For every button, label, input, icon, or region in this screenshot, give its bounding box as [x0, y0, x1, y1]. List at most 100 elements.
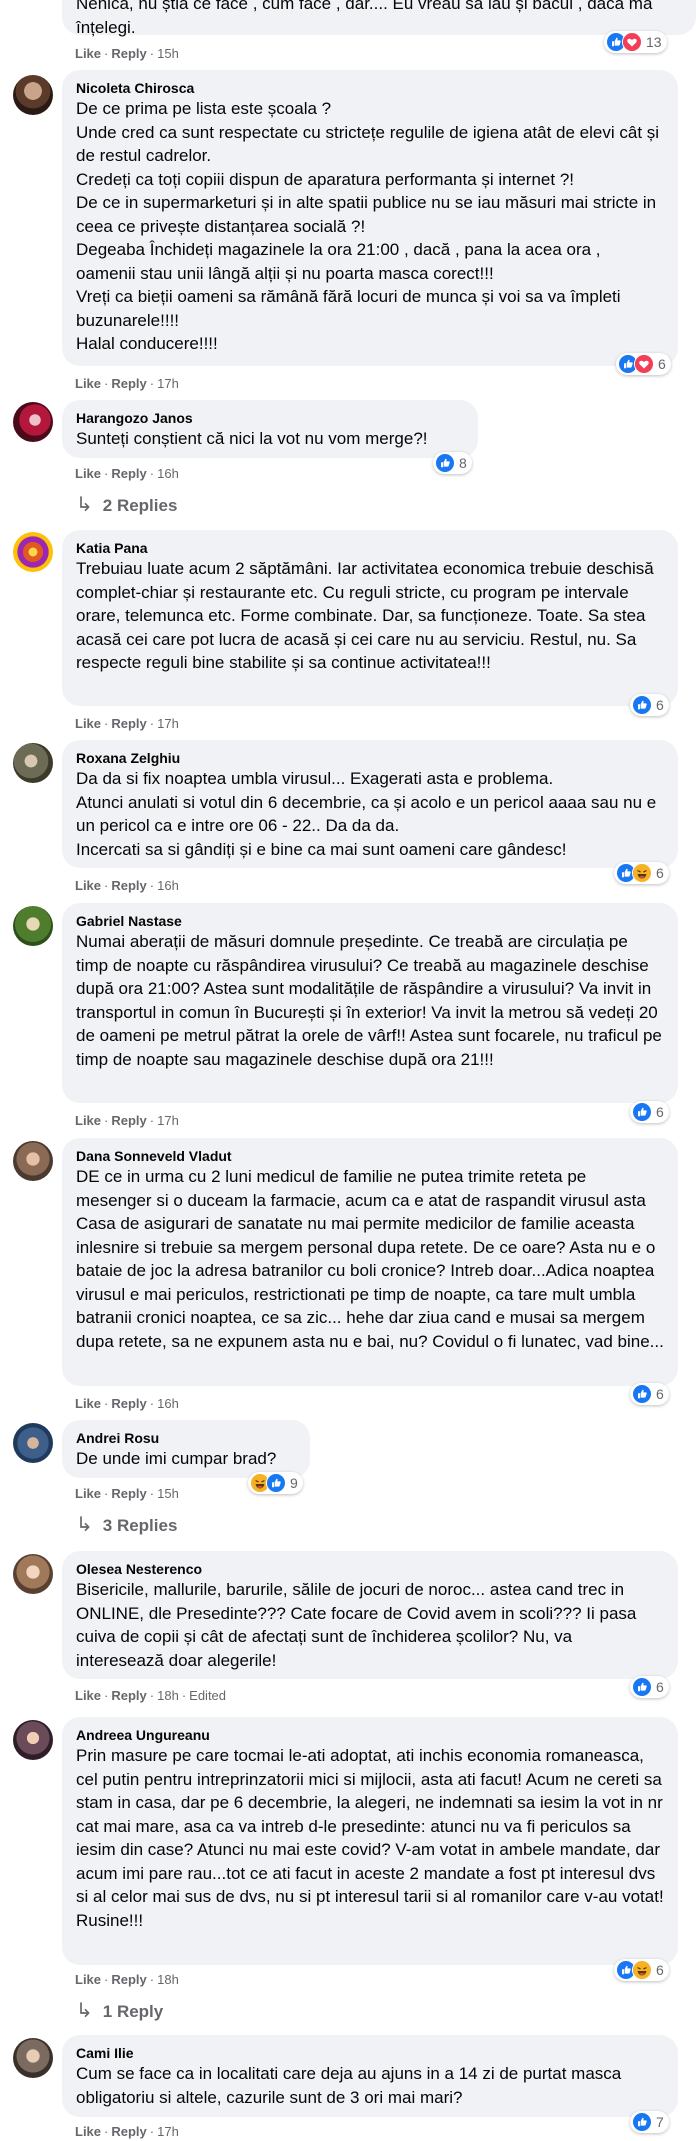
avatar[interactable] — [13, 906, 53, 946]
timestamp[interactable]: 16h — [157, 1396, 179, 1411]
timestamp[interactable]: 15h — [157, 46, 179, 61]
reaction-count: 6 — [656, 697, 664, 713]
reply-link[interactable]: Reply — [111, 1688, 146, 1703]
avatar[interactable] — [13, 2038, 53, 2078]
reaction-summary[interactable]: 13 — [604, 31, 667, 53]
reply-link[interactable]: Reply — [111, 46, 146, 61]
reaction-summary[interactable]: 6 — [616, 353, 671, 375]
reaction-count: 6 — [656, 1679, 664, 1695]
comment-bubble: Harangozo Janos Sunteți conștient că nic… — [62, 400, 478, 458]
reaction-summary[interactable]: 6 — [630, 1101, 669, 1123]
reaction-summary[interactable]: 9 — [248, 1472, 303, 1494]
like-icon — [632, 1677, 652, 1697]
avatar[interactable] — [13, 532, 53, 572]
reply-link[interactable]: Reply — [111, 878, 146, 893]
like-link[interactable]: Like — [75, 46, 101, 61]
timestamp[interactable]: 17h — [157, 716, 179, 731]
reply-arrow-icon: ↳ — [76, 2000, 93, 2022]
avatar[interactable] — [13, 1423, 53, 1463]
timestamp[interactable]: 18h — [157, 1972, 179, 1987]
reply-link[interactable]: Reply — [111, 376, 146, 391]
comment-author[interactable]: Cami Ilie — [76, 2044, 664, 2062]
reaction-summary[interactable]: 6 — [630, 1383, 669, 1405]
comment-text: Numai aberații de măsuri domnule președi… — [76, 932, 662, 1069]
comment-author[interactable]: Andreea Ungureanu — [76, 1726, 664, 1744]
like-icon — [632, 2112, 652, 2132]
comment-bubble: Cami Ilie Cum se face ca in localitati c… — [62, 2035, 678, 2117]
edited-label[interactable]: Edited — [189, 1688, 226, 1703]
timestamp[interactable]: 18h — [157, 1688, 179, 1703]
comment-actions: Like · Reply · 18h — [75, 1972, 179, 1987]
reaction-summary[interactable]: 6 — [630, 1676, 669, 1698]
reaction-summary[interactable]: 6 — [630, 694, 669, 716]
like-link[interactable]: Like — [75, 1972, 101, 1987]
avatar[interactable] — [13, 75, 53, 115]
timestamp[interactable]: 17h — [157, 376, 179, 391]
like-icon — [632, 695, 652, 715]
comment-author[interactable]: Harangozo Janos — [76, 409, 464, 427]
view-replies-link[interactable]: ↳ 3 Replies — [76, 1514, 177, 1537]
like-link[interactable]: Like — [75, 466, 101, 481]
comment-actions: Like · Reply · 17h — [75, 2124, 179, 2139]
comment-text: DE ce in urma cu 2 luni medicul de famil… — [76, 1167, 664, 1351]
comment-author[interactable]: Nicoleta Chirosca — [76, 79, 664, 97]
comment-text: Nenica, nu știa ce face , cum face , dar… — [76, 0, 653, 37]
like-link[interactable]: Like — [75, 878, 101, 893]
avatar[interactable] — [13, 1141, 53, 1181]
reaction-summary[interactable]: 6 — [614, 862, 669, 884]
comment-author[interactable]: Roxana Zelghiu — [76, 749, 664, 767]
comment-author[interactable]: Gabriel Nastase — [76, 912, 664, 930]
timestamp[interactable]: 17h — [157, 2124, 179, 2139]
view-replies-link[interactable]: ↳ 1 Reply — [76, 2000, 163, 2023]
timestamp[interactable]: 17h — [157, 1113, 179, 1128]
avatar[interactable] — [13, 1554, 53, 1594]
comment-author[interactable]: Katia Pana — [76, 539, 664, 557]
comment-author[interactable]: Andrei Rosu — [76, 1429, 296, 1447]
like-icon — [266, 1473, 286, 1493]
reaction-summary[interactable]: 8 — [433, 452, 472, 474]
comment-author[interactable]: Olesea Nesterenco — [76, 1560, 664, 1578]
comment-bubble: Katia Pana Trebuiau luate acum 2 săptămâ… — [62, 530, 678, 706]
timestamp[interactable]: 16h — [157, 466, 179, 481]
reply-link[interactable]: Reply — [111, 1972, 146, 1987]
comment-text: Trebuiau luate acum 2 săptămâni. Iar act… — [76, 559, 654, 672]
reply-link[interactable]: Reply — [111, 1396, 146, 1411]
timestamp[interactable]: 15h — [157, 1486, 179, 1501]
comment-actions: Like · Reply · 18h · Edited — [75, 1688, 227, 1703]
like-link[interactable]: Like — [75, 2124, 101, 2139]
comment-text: Cum se face ca in localitati care deja a… — [76, 2064, 622, 2107]
comment-bubble: Roxana Zelghiu Da da si fix noaptea umbl… — [62, 740, 678, 868]
reply-link[interactable]: Reply — [111, 466, 146, 481]
comment-actions: Like · Reply · 15h — [75, 46, 179, 61]
view-replies-link[interactable]: ↳ 2 Replies — [76, 494, 177, 517]
avatar[interactable] — [13, 402, 53, 442]
reply-link[interactable]: Reply — [111, 716, 146, 731]
reaction-count: 9 — [290, 1475, 298, 1491]
reply-link[interactable]: Reply — [111, 2124, 146, 2139]
reply-link[interactable]: Reply — [111, 1486, 146, 1501]
reaction-summary[interactable]: 7 — [630, 2111, 669, 2133]
reaction-count: 13 — [646, 34, 662, 50]
avatar[interactable] — [13, 1720, 53, 1760]
like-link[interactable]: Like — [75, 1396, 101, 1411]
like-link[interactable]: Like — [75, 1688, 101, 1703]
like-link[interactable]: Like — [75, 1486, 101, 1501]
haha-icon — [632, 1960, 652, 1980]
comment-text: Sunteți conștient că nici la vot nu vom … — [76, 429, 428, 448]
reaction-summary[interactable]: 6 — [614, 1959, 669, 1981]
like-link[interactable]: Like — [75, 716, 101, 731]
reply-link[interactable]: Reply — [111, 1113, 146, 1128]
reaction-count: 6 — [656, 1386, 664, 1402]
reaction-count: 6 — [656, 865, 664, 881]
timestamp[interactable]: 16h — [157, 878, 179, 893]
comment-author[interactable]: Dana Sonneveld Vladut — [76, 1147, 664, 1165]
comment-text: Bisericile, mallurile, barurile, sălile … — [76, 1580, 637, 1670]
like-link[interactable]: Like — [75, 1113, 101, 1128]
reaction-count: 8 — [459, 455, 467, 471]
reaction-count: 7 — [656, 2114, 664, 2130]
comment-bubble: Nenica, nu știa ce face , cum face , dar… — [62, 0, 696, 37]
like-link[interactable]: Like — [75, 376, 101, 391]
avatar[interactable] — [13, 743, 53, 783]
comment-text: Da da si fix noaptea umbla virusul... Ex… — [76, 769, 657, 859]
reply-arrow-icon: ↳ — [76, 494, 93, 516]
